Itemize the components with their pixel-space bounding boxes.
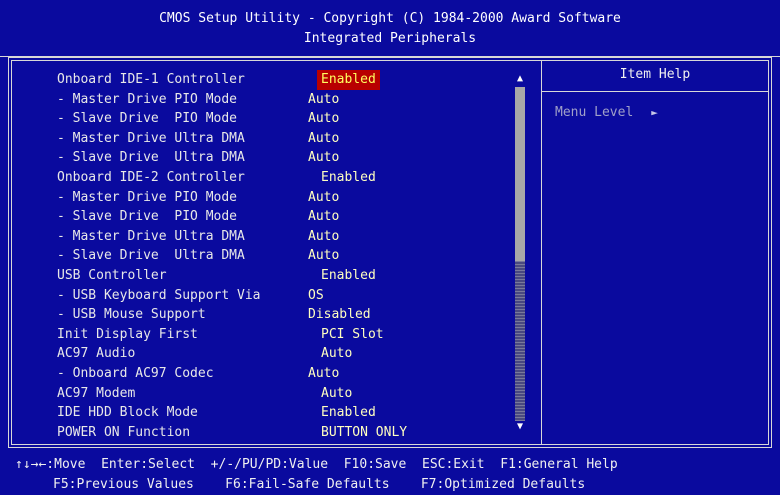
setting-row[interactable]: Init Display First PCI Slot [57, 325, 517, 345]
app-title: CMOS Setup Utility - Copyright (C) 1984-… [159, 11, 621, 26]
setting-value[interactable]: Auto [308, 364, 339, 384]
setting-row[interactable]: AC97 Audio Auto [57, 344, 517, 364]
setting-label: Init Display First [57, 326, 198, 342]
setting-value[interactable]: Auto [308, 188, 339, 208]
setting-value[interactable]: Auto [321, 344, 352, 364]
setting-value[interactable]: Enabled [321, 266, 376, 286]
setting-label: Onboard IDE-2 Controller [57, 169, 245, 185]
menu-level-label: Menu Level [555, 105, 634, 120]
setting-label: IDE HDD Block Mode [57, 405, 198, 421]
setting-label: - USB Mouse Support [57, 307, 206, 323]
setting-label: AC97 Audio [57, 346, 136, 362]
setting-row[interactable]: - USB Mouse Support Disabled [57, 305, 517, 325]
setting-label: - Onboard AC97 Codec [57, 365, 214, 381]
setting-label: - USB Keyboard Support Via [57, 287, 261, 303]
setting-value[interactable]: Enabled [317, 70, 380, 90]
setting-value[interactable]: Auto [308, 148, 339, 168]
setting-row[interactable]: Onboard IDE-2 Controller Enabled [57, 168, 517, 188]
setting-row[interactable]: - Slave Drive PIO Mode Auto [57, 207, 517, 227]
setting-label: Onboard IDE-1 Controller [57, 72, 245, 87]
setting-label: POWER ON Function [57, 424, 191, 440]
main-frame: Onboard IDE-1 Controller Enabled - Master … [8, 57, 772, 448]
setting-row[interactable]: IDE HDD Block Mode Enabled [57, 403, 517, 423]
setting-row[interactable]: - Slave Drive Ultra DMA Auto [57, 148, 517, 168]
footer-keys-line-2: F5:Previous Values F6:Fail-Safe Defaults… [53, 477, 586, 492]
setting-value[interactable]: Auto [308, 207, 339, 227]
setting-label: - Slave Drive Ultra DMA [57, 150, 245, 166]
setting-row[interactable]: POWER ON Function BUTTON ONLY [57, 423, 517, 443]
menu-level: Menu Level ► [555, 105, 768, 120]
setting-label: USB Controller [57, 267, 167, 283]
setting-value[interactable]: OS [308, 286, 324, 306]
setting-row[interactable]: - Master Drive Ultra DMA Auto [57, 227, 517, 247]
setting-label: AC97 Modem [57, 385, 136, 401]
setting-row[interactable]: USB Controller Enabled [57, 266, 517, 286]
setting-value[interactable]: Auto [308, 246, 339, 266]
setting-row[interactable]: - Slave Drive PIO Mode Auto [57, 109, 517, 129]
header: CMOS Setup Utility - Copyright (C) 1984-… [0, 0, 780, 60]
setting-label: - Master Drive PIO Mode [57, 189, 238, 205]
setting-value[interactable]: BUTTON ONLY [321, 423, 407, 443]
scrollbar[interactable]: ▲ ▼ [514, 73, 526, 433]
scroll-up-icon[interactable]: ▲ [514, 73, 526, 85]
setting-label: - Slave Drive Ultra DMA [57, 248, 245, 264]
setting-label: - Master Drive PIO Mode [57, 91, 238, 107]
setting-row[interactable]: AC97 Modem Auto [57, 384, 517, 404]
setting-value[interactable]: Auto [321, 384, 352, 404]
setting-value[interactable]: Enabled [321, 403, 376, 423]
setting-label: - Master Drive Ultra DMA [57, 130, 245, 146]
inner-frame: Onboard IDE-1 Controller Enabled - Master … [11, 60, 769, 445]
scroll-down-icon[interactable]: ▼ [514, 421, 526, 433]
item-help-panel: Item Help Menu Level ► [542, 61, 768, 120]
setting-row[interactable]: - USB Keyboard Support Via OS [57, 286, 517, 306]
page-title: Integrated Peripherals [303, 31, 477, 46]
settings-list: Onboard IDE-1 Controller Enabled - Master … [57, 70, 517, 442]
footer: ↑↓→←:Move Enter:Select +/-/PU/PD:Value F… [0, 455, 780, 495]
setting-row[interactable]: - Onboard AC97 Codec Auto [57, 364, 517, 384]
setting-label: - Slave Drive PIO Mode [57, 209, 238, 225]
setting-label: - Master Drive Ultra DMA [57, 228, 245, 244]
setting-row[interactable]: Onboard IDE-1 Controller Enabled [57, 70, 517, 90]
help-divider [542, 91, 768, 92]
setting-label: - Slave Drive PIO Mode [57, 111, 238, 127]
setting-row[interactable]: - Master Drive PIO Mode Auto [57, 90, 517, 110]
footer-keys-line-1: ↑↓→←:Move Enter:Select +/-/PU/PD:Value F… [15, 457, 618, 472]
item-help-title: Item Help [619, 67, 691, 82]
setting-value[interactable]: PCI Slot [321, 325, 384, 345]
setting-value[interactable]: Auto [308, 90, 339, 110]
setting-row[interactable]: - Slave Drive Ultra DMA Auto [57, 246, 517, 266]
setting-value[interactable]: Enabled [321, 168, 376, 188]
setting-value[interactable]: Auto [308, 227, 339, 247]
scroll-thumb[interactable] [515, 87, 525, 261]
setting-value[interactable]: Auto [308, 109, 339, 129]
setting-row[interactable]: - Master Drive PIO Mode Auto [57, 188, 517, 208]
menu-level-arrow-icon: ► [651, 106, 658, 119]
setting-value[interactable]: Auto [308, 129, 339, 149]
setting-row[interactable]: - Master Drive Ultra DMA Auto [57, 129, 517, 149]
setting-value[interactable]: Disabled [308, 305, 371, 325]
